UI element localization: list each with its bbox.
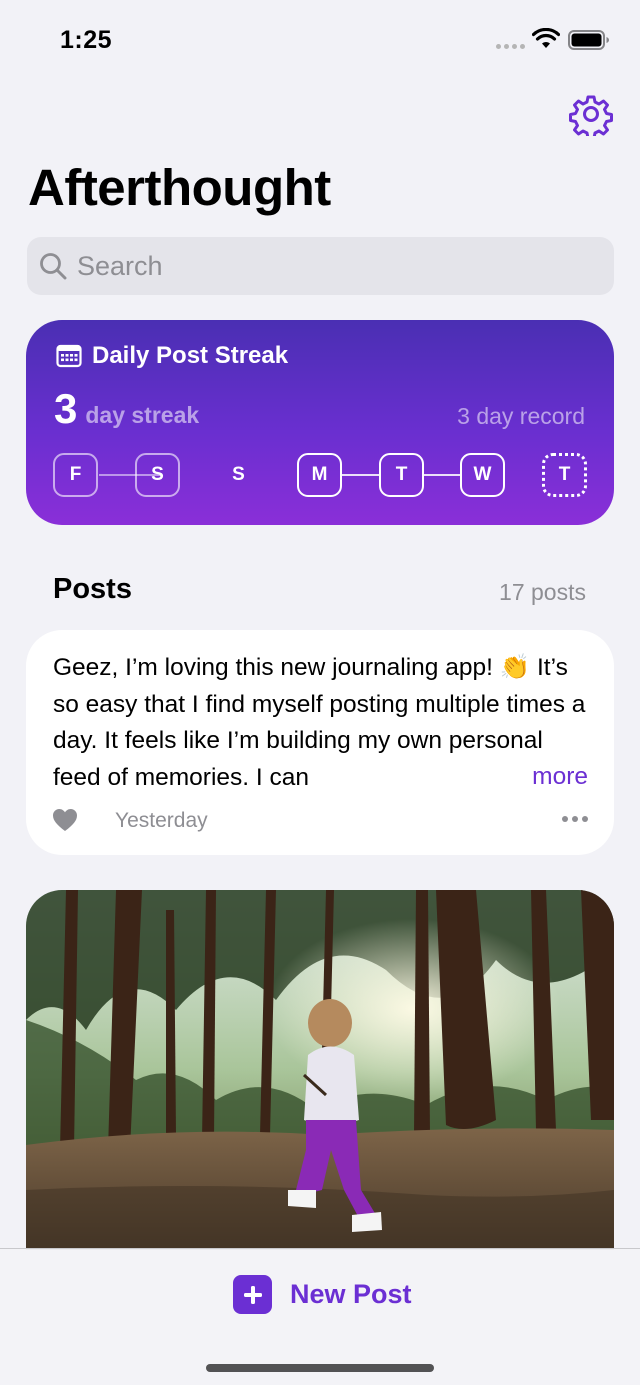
streak-card[interactable]: Daily Post Streak 3 day streak 3 day rec…: [26, 320, 614, 525]
read-more-link[interactable]: more: [492, 759, 588, 796]
calendar-icon: [56, 344, 82, 368]
streak-header: Daily Post Streak: [56, 342, 288, 370]
streak-day: W: [460, 453, 505, 497]
streak-day: T: [379, 453, 424, 497]
post-footer: Yesterday: [52, 806, 588, 836]
search-icon: [40, 253, 67, 280]
streak-unit: day streak: [85, 402, 200, 428]
post-card[interactable]: Geez, I’m loving this new journaling app…: [26, 630, 614, 855]
cellular-signal-icon: [496, 44, 525, 49]
plus-icon: [233, 1275, 272, 1314]
streak-day: S: [135, 453, 180, 497]
search-input[interactable]: [77, 237, 597, 295]
post-date: Yesterday: [115, 809, 208, 832]
streak-title: Daily Post Streak: [92, 342, 289, 369]
streak-record: 3 day record: [457, 403, 585, 429]
streak-day-today: T: [542, 453, 587, 497]
posts-count: 17 posts: [499, 579, 586, 605]
day-connector: [423, 474, 461, 476]
battery-icon: [568, 30, 609, 50]
streak-days-row: F S S M T W T: [26, 453, 614, 497]
streak-count-row: 3 day streak: [54, 386, 199, 432]
ellipsis-icon[interactable]: [562, 816, 588, 822]
posts-heading: Posts: [53, 573, 132, 605]
status-bar: 1:25: [0, 0, 640, 80]
home-indicator[interactable]: [206, 1364, 434, 1372]
status-time: 1:25: [60, 26, 113, 54]
photo-post-card[interactable]: [26, 890, 614, 1250]
new-post-button[interactable]: New Post: [233, 1275, 412, 1314]
new-post-label: New Post: [290, 1279, 412, 1309]
search-bar[interactable]: [27, 237, 614, 295]
streak-day: M: [297, 453, 342, 497]
page-title: Afterthought: [28, 159, 331, 216]
heart-icon[interactable]: [52, 808, 78, 832]
gear-icon: [569, 95, 613, 140]
streak-day: F: [53, 453, 98, 497]
settings-button[interactable]: [569, 92, 613, 140]
streak-day: S: [232, 464, 245, 485]
bottom-toolbar: New Post: [0, 1248, 640, 1385]
day-connector: [342, 474, 380, 476]
forest-photo: [26, 890, 614, 1250]
streak-count: 3: [54, 385, 78, 432]
wifi-icon: [532, 28, 560, 48]
